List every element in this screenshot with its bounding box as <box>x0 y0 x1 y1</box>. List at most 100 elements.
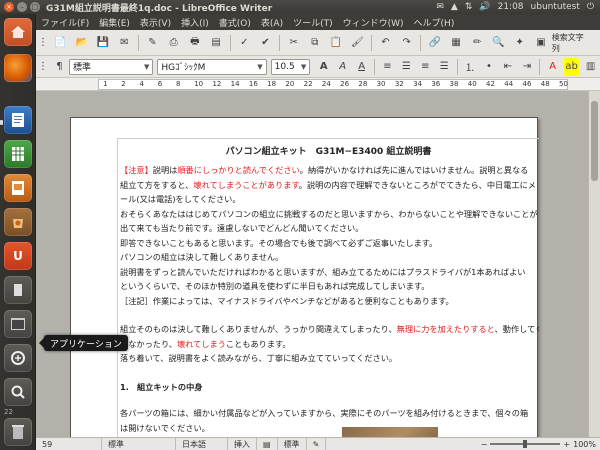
writer-icon[interactable] <box>4 106 32 134</box>
page-indicator[interactable]: 59 <box>36 438 102 450</box>
close-button[interactable]: × <box>4 2 14 12</box>
window-switcher-icon[interactable] <box>4 310 32 338</box>
paste-icon[interactable]: 📋 <box>327 34 344 52</box>
toolbar-handle[interactable]: ⋮ <box>38 34 48 52</box>
undo-icon[interactable]: ↶ <box>377 34 394 52</box>
styles-icon[interactable]: ¶ <box>52 58 67 76</box>
font-name-combo[interactable]: HGｺﾞｼｯｸM ▼ <box>157 58 267 75</box>
selection-mode[interactable]: 標準 <box>278 438 307 450</box>
user-menu[interactable]: ubuntutest <box>531 2 580 12</box>
ruler-tick-label: 34 <box>413 80 422 88</box>
gallery-icon[interactable]: ▣ <box>532 34 549 52</box>
window-title: G31M組立説明書最終1q.doc - LibreOffice Writer <box>46 3 273 14</box>
justify-icon[interactable]: ☰ <box>437 58 452 76</box>
save-icon[interactable]: 💾 <box>94 34 111 52</box>
numbering-icon[interactable]: ⒈ <box>463 58 478 76</box>
paragraph-style-combo[interactable]: 標準 ▼ <box>68 58 154 75</box>
email-icon[interactable]: ✉ <box>116 34 133 52</box>
calc-icon[interactable] <box>4 140 32 168</box>
vertical-scrollbar[interactable] <box>588 91 600 437</box>
increase-indent-icon[interactable]: ⇥ <box>519 58 534 76</box>
menu-view[interactable]: 表示(V) <box>135 16 176 29</box>
volume-icon[interactable]: 🔊 <box>479 2 490 12</box>
separator <box>370 34 372 51</box>
align-center-icon[interactable]: ☰ <box>399 58 414 76</box>
zoom-track[interactable] <box>490 440 561 448</box>
software-center-icon[interactable] <box>4 208 32 236</box>
bullets-icon[interactable]: • <box>482 58 497 76</box>
network-icon[interactable]: ⇅ <box>465 2 473 12</box>
clone-format-icon[interactable]: 🖌 <box>349 34 366 52</box>
redo-icon[interactable]: ↷ <box>398 34 415 52</box>
export-pdf-icon[interactable]: ⎙ <box>165 34 182 52</box>
table-icon[interactable]: ▦ <box>447 34 464 52</box>
chevron-down-icon: ▼ <box>300 62 307 71</box>
decrease-indent-icon[interactable]: ⇤ <box>500 58 515 76</box>
separator <box>229 34 231 51</box>
menu-help[interactable]: ヘルプ(H) <box>409 16 460 29</box>
impress-icon[interactable] <box>4 174 32 202</box>
menu-format[interactable]: 書式(O) <box>214 16 256 29</box>
align-right-icon[interactable]: ≡ <box>418 58 433 76</box>
font-color-icon[interactable]: A <box>545 58 560 76</box>
print-icon[interactable]: 🖶 <box>186 34 203 52</box>
italic-icon[interactable]: A <box>335 58 350 76</box>
edit-mode-icon[interactable]: ✎ <box>144 34 161 52</box>
bluetooth-icon[interactable]: ▲ <box>451 2 458 12</box>
menu-insert[interactable]: 挿入(I) <box>176 16 214 29</box>
show-draw-icon[interactable]: ✏ <box>469 34 486 52</box>
document-modified-icon[interactable]: ▤ <box>257 438 278 450</box>
mail-icon[interactable]: ✉ <box>436 2 444 12</box>
autospellcheck-icon[interactable]: ✔ <box>257 34 274 52</box>
search-label[interactable]: 検索文字列 <box>552 32 590 54</box>
underline-icon[interactable]: A <box>354 58 369 76</box>
highlight-icon[interactable]: ab <box>564 57 580 76</box>
zoom-slider[interactable]: − + 100% <box>481 440 600 449</box>
firefox-icon[interactable] <box>4 54 32 82</box>
menu-table[interactable]: 表(A) <box>256 16 288 29</box>
ruler-tick-label: 6 <box>157 80 163 88</box>
align-left-icon[interactable]: ≡ <box>380 58 395 76</box>
menu-window[interactable]: ウィンドウ(W) <box>338 16 409 29</box>
bold-icon[interactable]: A <box>316 58 331 76</box>
font-size-combo[interactable]: 10.5 ▼ <box>270 58 311 75</box>
cut-icon[interactable]: ✂ <box>285 34 302 52</box>
hyperlink-icon[interactable]: 🔗 <box>426 34 443 52</box>
document-area[interactable]: パソコン組立キット G31M−E3400 組立説明書 【注意】説明は順番にしっか… <box>36 91 588 437</box>
dash-home-icon[interactable] <box>4 18 32 46</box>
toolbar-handle[interactable]: ⋮ <box>38 58 48 76</box>
files-lens-icon[interactable] <box>4 378 32 406</box>
paragraph: 落ち着いて、説明書をよく読みながら、丁寧に組み立てていってください。 <box>120 353 398 363</box>
workspace-label: 22 <box>4 408 13 416</box>
paragraph: 即答できないこともあると思います。その場合でも後で調べて必ずご返事いたします。 <box>120 237 438 248</box>
trash-icon[interactable] <box>4 418 32 446</box>
find-replace-icon[interactable]: 🔍 <box>490 34 507 52</box>
zoom-knob[interactable] <box>523 440 528 448</box>
separator <box>456 58 458 75</box>
print-preview-icon[interactable]: ▤ <box>207 34 224 52</box>
open-icon[interactable]: 📂 <box>73 34 90 52</box>
insert-mode[interactable]: 挿入 <box>228 438 257 450</box>
applications-lens-icon[interactable] <box>4 344 32 372</box>
zoom-out-icon[interactable]: − <box>481 440 488 449</box>
workspace-switcher-icon[interactable] <box>4 276 32 304</box>
menu-tools[interactable]: ツール(T) <box>288 16 338 29</box>
zoom-in-icon[interactable]: + <box>563 440 570 449</box>
page-style[interactable]: 標準 <box>102 438 176 450</box>
spellcheck-icon[interactable]: ✓ <box>236 34 253 52</box>
document-page[interactable]: パソコン組立キット G31M−E3400 組立説明書 【注意】説明は順番にしっか… <box>70 117 539 437</box>
scrollbar-thumb[interactable] <box>591 101 598 181</box>
new-document-icon[interactable]: 📄 <box>52 34 69 52</box>
horizontal-ruler[interactable]: 1 2 4 6 8 10 12 14 16 18 20 22 24 26 28 30 32 34 36 38 40 42 4… <box>36 78 600 91</box>
navigator-icon[interactable]: ✦ <box>511 34 528 52</box>
menu-edit[interactable]: 編集(E) <box>94 16 135 29</box>
maximize-button[interactable]: □ <box>30 2 40 12</box>
background-color-icon[interactable]: ▥ <box>583 58 598 76</box>
menu-file[interactable]: ファイル(F) <box>36 16 94 29</box>
minimize-button[interactable]: – <box>17 2 27 12</box>
ubuntu-one-icon[interactable]: U <box>4 242 32 270</box>
power-icon[interactable]: ⏻ <box>587 2 594 12</box>
clock[interactable]: 21:08 <box>498 2 524 12</box>
language[interactable]: 日本語 <box>176 438 228 450</box>
copy-icon[interactable]: ⧉ <box>306 34 323 52</box>
